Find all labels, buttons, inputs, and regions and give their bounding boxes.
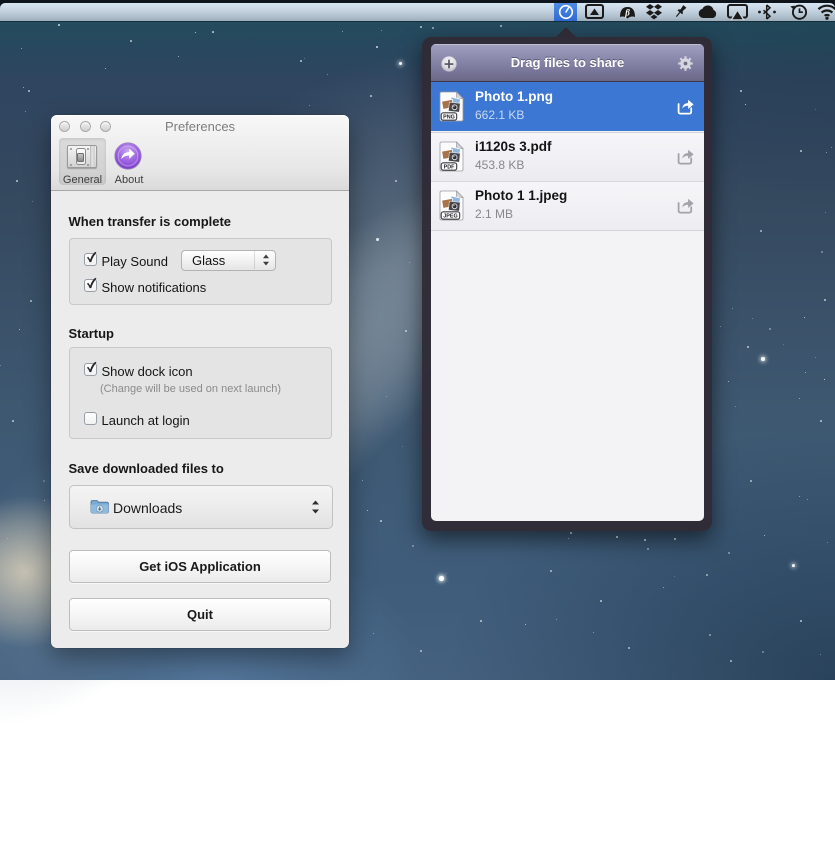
svg-text:PNG: PNG	[443, 115, 455, 121]
svg-text:PDF: PDF	[444, 164, 455, 170]
svg-text:β: β	[624, 7, 630, 17]
svg-text:JPEG: JPEG	[443, 214, 457, 220]
